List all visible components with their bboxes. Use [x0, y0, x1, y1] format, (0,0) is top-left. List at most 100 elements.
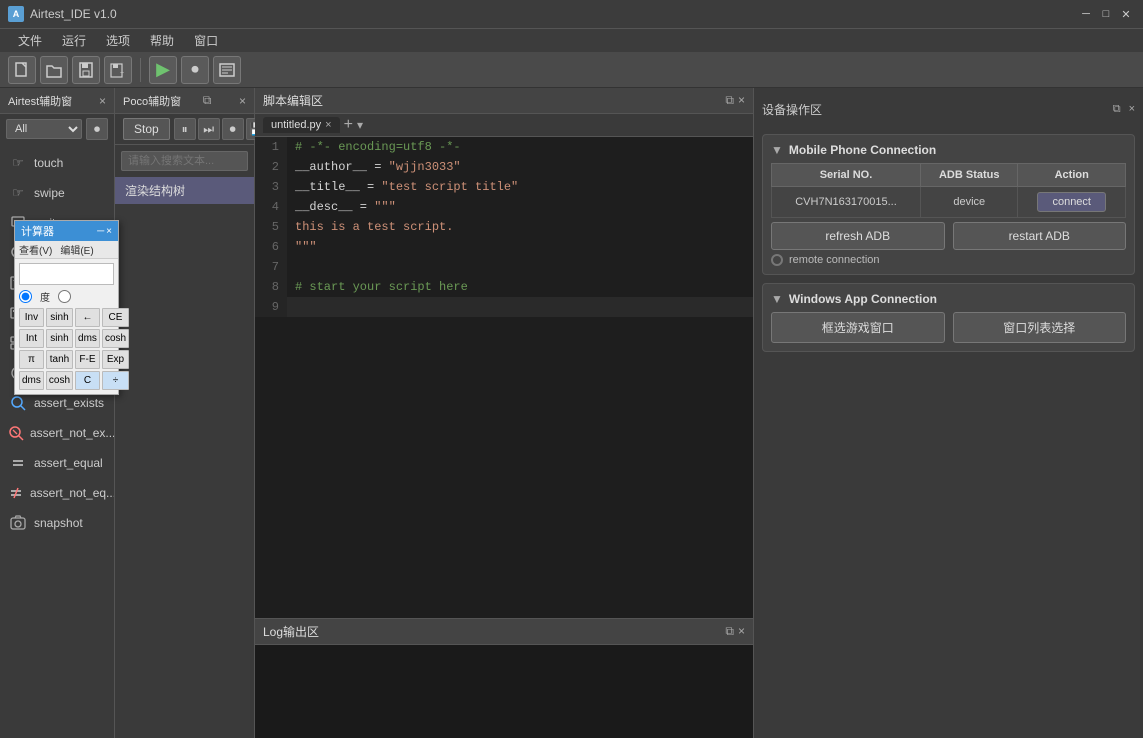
poco-search: [115, 145, 254, 177]
menu-help[interactable]: 帮助: [140, 30, 184, 51]
airtest-item-assert-equal[interactable]: assert_equal: [0, 448, 114, 478]
poco-panel-close[interactable]: ×: [239, 94, 246, 108]
editor-tab-untitled[interactable]: untitled.py ×: [263, 117, 340, 133]
menu-window[interactable]: 窗口: [184, 30, 228, 51]
calc-close[interactable]: ×: [106, 226, 112, 237]
calc-btn-backspace[interactable]: ←: [75, 308, 100, 327]
mobile-section-toggle[interactable]: ▼: [771, 143, 783, 157]
record-button[interactable]: ⏺: [222, 118, 244, 140]
calc-btn-int[interactable]: Int: [19, 329, 44, 348]
calc-menu-edit[interactable]: 编辑(E): [60, 242, 93, 257]
calc-deg-label: 度: [40, 289, 50, 304]
airtest-item-swipe[interactable]: ☞ swipe: [0, 178, 114, 208]
code-editor[interactable]: 1 # -*- encoding=utf8 -*- 2 __author__ =…: [255, 137, 753, 618]
calculator: 计算器 ─ × 查看(V) 编辑(E) 度 Inv sinh ← CE Int …: [14, 220, 119, 395]
calc-btn-sinh[interactable]: sinh: [46, 308, 73, 327]
calc-minimize[interactable]: ─: [97, 226, 104, 237]
swipe-icon: ☞: [8, 183, 28, 203]
windows-section-toggle[interactable]: ▼: [771, 292, 783, 306]
calc-btn-dms2[interactable]: dms: [19, 371, 44, 390]
poco-search-input[interactable]: [121, 151, 248, 171]
calc-btn-pi[interactable]: π: [19, 350, 44, 369]
airtest-item-touch[interactable]: ☞ touch: [0, 148, 114, 178]
step-button[interactable]: ⏭: [198, 118, 220, 140]
airtest-record-button[interactable]: ⏺: [86, 118, 108, 140]
calc-radio-deg[interactable]: [19, 290, 32, 303]
menu-file[interactable]: 文件: [8, 30, 52, 51]
calc-radio-rad[interactable]: [58, 290, 71, 303]
log-content: [255, 645, 753, 738]
editor-tab-add[interactable]: +: [344, 116, 353, 134]
code-line-4: 4 __desc__ = """: [255, 197, 753, 217]
restart-adb-button[interactable]: restart ADB: [953, 222, 1127, 250]
window-list-button[interactable]: 窗口列表选择: [953, 312, 1127, 343]
mobile-section-title: Mobile Phone Connection: [789, 143, 936, 157]
new-file-button[interactable]: [8, 56, 36, 84]
refresh-adb-button[interactable]: refresh ADB: [771, 222, 945, 250]
remote-connection-radio[interactable]: [771, 254, 783, 266]
calc-btn-fe[interactable]: F-E: [75, 350, 100, 369]
stop-button[interactable]: Stop: [123, 118, 170, 140]
poco-stop-controls: Stop ⏸ ⏭ ⏺ 💾: [115, 114, 254, 145]
calc-btn-tanh[interactable]: tanh: [46, 350, 73, 369]
maximize-button[interactable]: □: [1097, 5, 1115, 23]
code-line-5: 5 this is a test script.: [255, 217, 753, 237]
code-line-3: 3 __title__ = "test script title": [255, 177, 753, 197]
calc-btn-dms[interactable]: dms: [75, 329, 100, 348]
calc-btn-cosh[interactable]: cosh: [102, 329, 129, 348]
stop-record-button[interactable]: ⏺: [181, 56, 209, 84]
connect-button[interactable]: connect: [1037, 192, 1106, 212]
airtest-item-assert-not-equal[interactable]: assert_not_eq...: [0, 478, 114, 508]
editor-tab-close[interactable]: ×: [325, 119, 331, 131]
windows-connection-section: ▼ Windows App Connection 框选游戏窗口 窗口列表选择: [762, 283, 1135, 352]
calc-btn-inv[interactable]: Inv: [19, 308, 44, 327]
poco-tree-item[interactable]: 渲染结构树: [115, 177, 254, 204]
open-file-button[interactable]: [40, 56, 68, 84]
calculator-menu: 查看(V) 编辑(E): [15, 241, 118, 259]
calc-btn-c[interactable]: C: [75, 371, 100, 390]
windows-section-header: ▼ Windows App Connection: [771, 292, 1126, 306]
calc-btn-cosh2[interactable]: cosh: [46, 371, 73, 390]
editor-float-button[interactable]: ⧉: [725, 93, 734, 108]
save-file-button[interactable]: [72, 56, 100, 84]
menu-run[interactable]: 运行: [52, 30, 96, 51]
log-close-button[interactable]: ×: [738, 624, 745, 639]
device-table: Serial NO. ADB Status Action CVH7N163170…: [771, 163, 1126, 218]
calculator-title: 计算器: [21, 223, 54, 239]
minimize-button[interactable]: ─: [1077, 5, 1095, 23]
calc-btn-ce[interactable]: CE: [102, 308, 129, 327]
device-panel-close[interactable]: ×: [1129, 103, 1135, 115]
airtest-panel-close[interactable]: ×: [99, 94, 106, 108]
calc-menu-view[interactable]: 查看(V): [19, 242, 52, 257]
assert-not-exists-icon: [8, 423, 24, 443]
log-button[interactable]: [213, 56, 241, 84]
app-title: Airtest_IDE v1.0: [30, 7, 1077, 21]
save-as-button[interactable]: +: [104, 56, 132, 84]
pause-button[interactable]: ⏸: [174, 118, 196, 140]
log-panel-title: Log输出区: [263, 623, 319, 640]
run-button[interactable]: ▶: [149, 56, 177, 84]
airtest-item-snapshot[interactable]: snapshot: [0, 508, 114, 538]
editor-close-button[interactable]: ×: [738, 93, 745, 108]
device-panel-float[interactable]: ⧉: [1113, 103, 1121, 116]
menu-options[interactable]: 选项: [96, 30, 140, 51]
poco-panel-float[interactable]: ⧉: [203, 93, 212, 108]
calc-btn-sinh2[interactable]: sinh: [46, 329, 73, 348]
device-status: device: [921, 187, 1018, 218]
calc-btn-exp[interactable]: Exp: [102, 350, 129, 369]
airtest-panel-header: Airtest辅助窗 ×: [0, 88, 114, 114]
toolbar-separator-1: [140, 58, 141, 82]
editor-tab-dropdown[interactable]: ▾: [357, 118, 363, 132]
svg-text:+: +: [120, 70, 124, 77]
airtest-filter-select[interactable]: All: [6, 119, 82, 139]
device-action-cell: connect: [1018, 187, 1126, 218]
frame-select-button[interactable]: 框选游戏窗口: [771, 312, 945, 343]
airtest-item-assert-exists-label: assert_exists: [34, 396, 104, 410]
close-button[interactable]: ✕: [1117, 5, 1135, 23]
log-float-button[interactable]: ⧉: [725, 624, 734, 639]
center-panel: 脚本编辑区 ⧉ × untitled.py × + ▾ 1 # -*- enco…: [255, 88, 753, 738]
calc-btn-div[interactable]: ÷: [102, 371, 129, 390]
mobile-section-header: ▼ Mobile Phone Connection: [771, 143, 1126, 157]
table-header-status: ADB Status: [921, 164, 1018, 187]
airtest-item-assert-not-exists[interactable]: assert_not_ex...: [0, 418, 114, 448]
